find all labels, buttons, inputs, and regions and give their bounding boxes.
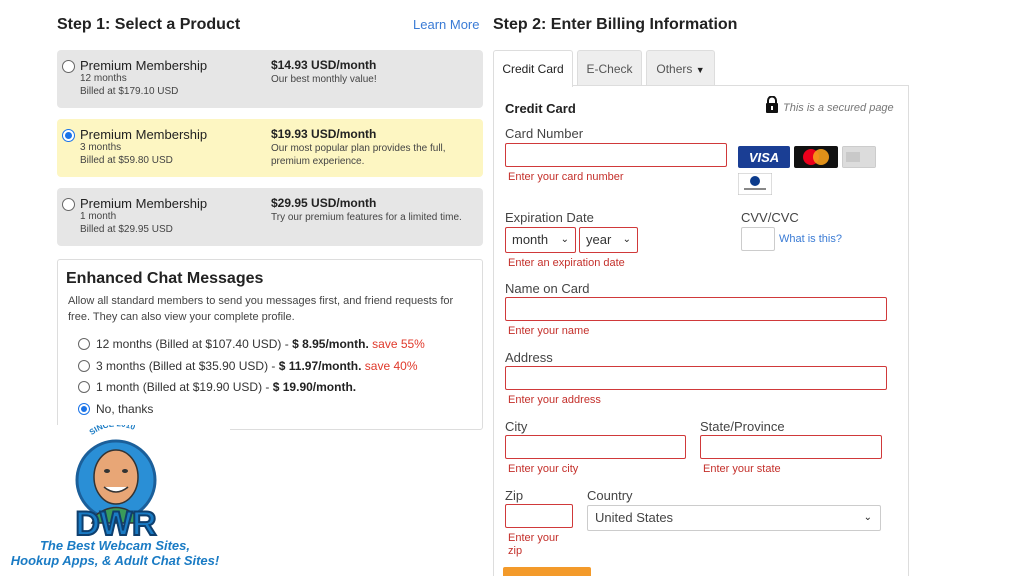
product-radio[interactable]	[62, 198, 75, 211]
svg-text:VISA: VISA	[749, 150, 779, 165]
product-radio[interactable]	[62, 129, 75, 142]
expiration-label: Expiration Date	[505, 210, 594, 225]
product-duration: 12 months	[80, 73, 127, 84]
product-option-3-months[interactable]: Premium Membership 3 months Billed at $5…	[57, 119, 483, 177]
expiration-month-select[interactable]: month ⌄	[505, 227, 576, 253]
country-select[interactable]: United States ⌄	[587, 505, 881, 531]
logo-tagline-line1: The Best Webcam Sites,	[39, 538, 191, 553]
chat-option-text: 3 months (Billed at $35.90 USD) -	[96, 359, 279, 373]
product-price: $14.93 USD/month	[271, 58, 377, 72]
logo-tagline: The Best Webcam Sites, Hookup Apps, & Ad…	[0, 538, 230, 568]
name-error: Enter your name	[508, 325, 590, 337]
tab-credit-card[interactable]: Credit Card	[493, 50, 573, 87]
month-select-value: month	[512, 232, 549, 247]
chat-radio[interactable]	[78, 338, 90, 350]
chat-option-no-thanks[interactable]: No, thanks	[78, 401, 153, 417]
zip-error: Enter your zip	[508, 532, 559, 557]
learn-more-link[interactable]: Learn More	[413, 17, 479, 32]
chevron-down-icon: ▼	[695, 65, 705, 75]
product-description: Our most popular plan provides the full,…	[271, 143, 446, 167]
product-price: $29.95 USD/month	[271, 196, 377, 210]
step1-title: Step 1: Select a Product	[57, 16, 241, 33]
address-input[interactable]	[505, 366, 887, 390]
chat-radio[interactable]	[78, 381, 90, 393]
chat-radio[interactable]	[78, 403, 90, 415]
product-description: Try our premium features for a limited t…	[271, 212, 462, 223]
name-label: Name on Card	[505, 281, 590, 296]
expiration-year-select[interactable]: year ⌄	[579, 227, 638, 253]
name-on-card-input[interactable]	[505, 297, 887, 321]
chat-option-text: 1 month (Billed at $19.90 USD) -	[96, 380, 273, 394]
step2-title: Step 2: Enter Billing Information	[493, 16, 738, 33]
chat-option-price: $ 8.95/month.	[292, 337, 369, 351]
logo-tagline-line2: Hookup Apps, & Adult Chat Sites!	[10, 553, 220, 568]
city-input[interactable]	[505, 435, 686, 459]
secure-text: This is a secured page	[783, 102, 894, 114]
product-billed: Billed at $29.95 USD	[80, 224, 173, 235]
enhanced-chat-box: Enhanced Chat Messages Allow all standar…	[57, 259, 483, 430]
chat-option-1-month[interactable]: 1 month (Billed at $19.90 USD) - $ 19.90…	[78, 379, 356, 395]
state-input[interactable]	[700, 435, 882, 459]
chevron-down-icon: ⌄	[863, 512, 872, 523]
secure-notice: This is a secured page	[765, 95, 894, 116]
lock-icon	[765, 95, 779, 116]
chat-option-price: $ 11.97/month.	[278, 359, 362, 373]
chat-option-text: 12 months (Billed at $107.40 USD) -	[96, 337, 293, 351]
tab-others-label: Others	[656, 62, 693, 76]
chat-description: Allow all standard members to send you m…	[68, 295, 454, 323]
state-label: State/Province	[700, 419, 785, 434]
state-error: Enter your state	[703, 463, 781, 475]
chat-option-12-months[interactable]: 12 months (Billed at $107.40 USD) - $ 8.…	[78, 336, 425, 352]
product-duration: 1 month	[80, 211, 117, 222]
product-description: Our best monthly value!	[271, 74, 377, 85]
chat-radio[interactable]	[78, 360, 90, 372]
credit-card-section-title: Credit Card	[505, 101, 576, 116]
chat-option-3-months[interactable]: 3 months (Billed at $35.90 USD) - $ 11.9…	[78, 358, 418, 374]
chat-option-save: save 55%	[372, 337, 425, 351]
card-number-input[interactable]	[505, 143, 727, 167]
tab-others[interactable]: Others ▼	[646, 50, 715, 86]
mastercard-icon	[794, 146, 838, 168]
cvv-help-link[interactable]: What is this?	[779, 233, 842, 245]
product-option-1-month[interactable]: Premium Membership 1 month Billed at $29…	[57, 188, 483, 246]
product-name: Premium Membership	[80, 58, 208, 73]
product-name: Premium Membership	[80, 127, 208, 142]
zip-input[interactable]	[505, 504, 573, 528]
diners-club-icon	[738, 173, 772, 195]
expiration-error: Enter an expiration date	[508, 257, 625, 269]
product-price: $19.93 USD/month	[271, 127, 377, 141]
chat-title: Enhanced Chat Messages	[66, 270, 264, 287]
chevron-down-icon: ⌄	[622, 234, 631, 245]
submit-button[interactable]	[503, 567, 591, 576]
chevron-down-icon: ⌄	[560, 234, 569, 245]
tab-e-check[interactable]: E-Check	[577, 50, 642, 86]
city-error: Enter your city	[508, 463, 579, 475]
cvv-input[interactable]	[741, 227, 775, 251]
card-number-error: Enter your card number	[508, 171, 624, 183]
card-number-label: Card Number	[505, 126, 584, 141]
chat-option-save: save 40%	[364, 359, 418, 373]
product-duration: 3 months	[80, 142, 122, 153]
product-option-12-months[interactable]: Premium Membership 12 months Billed at $…	[57, 50, 483, 108]
address-error: Enter your address	[508, 394, 601, 406]
product-radio[interactable]	[62, 60, 75, 73]
country-label: Country	[587, 488, 633, 503]
cvv-label: CVV/CVC	[741, 210, 799, 225]
zip-label: Zip	[505, 488, 524, 503]
country-select-value: United States	[595, 510, 674, 525]
visa-icon: VISA	[738, 146, 790, 168]
year-select-value: year	[586, 232, 612, 247]
product-billed: Billed at $59.80 USD	[80, 155, 173, 166]
product-name: Premium Membership	[80, 196, 208, 211]
product-billed: Billed at $179.10 USD	[80, 86, 179, 97]
chat-option-text: No, thanks	[96, 402, 154, 416]
amex-icon	[842, 146, 876, 168]
city-label: City	[505, 419, 528, 434]
chat-option-price: $ 19.90/month.	[272, 380, 357, 394]
address-label: Address	[505, 350, 553, 365]
